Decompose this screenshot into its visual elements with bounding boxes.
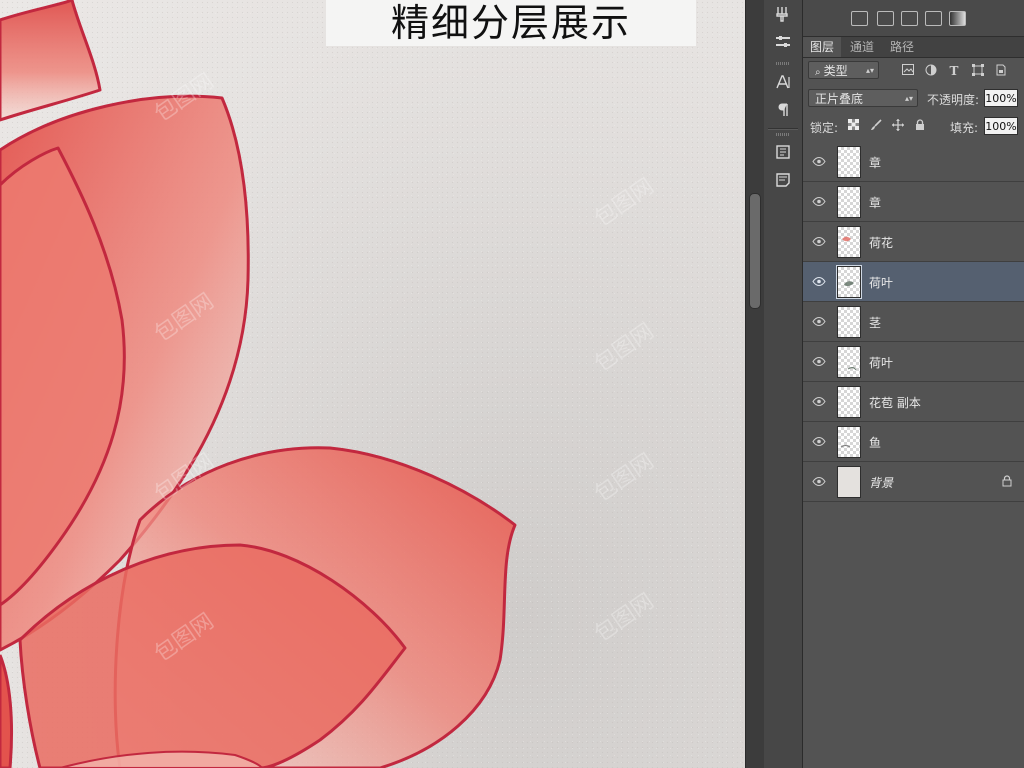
lock-label: 锁定: — [810, 121, 839, 135]
opacity-label: 不透明度: — [927, 93, 980, 107]
lock-all-icon[interactable] — [913, 119, 927, 133]
layer-row[interactable]: 章 — [803, 142, 1024, 182]
adjustment-brightness-icon[interactable] — [851, 11, 868, 26]
blend-mode-select[interactable]: 正片叠底 ▴▾ — [808, 89, 918, 107]
petal-top — [0, 0, 102, 122]
adjustment-gradient-icon[interactable] — [949, 11, 966, 26]
chevron-updown-icon: ▴▾ — [904, 94, 913, 103]
layer-row[interactable]: 背景 — [803, 462, 1024, 502]
filter-pixel-icon[interactable] — [901, 64, 915, 78]
layer-row[interactable]: 荷叶 — [803, 262, 1024, 302]
layer-thumbnail — [837, 306, 861, 338]
visibility-eye-icon[interactable] — [811, 355, 827, 367]
layer-name[interactable]: 鱼 — [869, 434, 881, 451]
panel-tabs: 图层 通道 路径 — [803, 37, 1024, 58]
visibility-eye-icon[interactable] — [811, 155, 827, 167]
filter-smartobject-icon[interactable] — [994, 64, 1008, 78]
panel-grip[interactable] — [776, 62, 790, 65]
layer-row[interactable]: 荷叶 — [803, 342, 1024, 382]
visibility-eye-icon[interactable] — [811, 395, 827, 407]
filter-shape-icon[interactable] — [971, 64, 985, 78]
panel-icon-strip — [764, 0, 803, 768]
search-icon: ⌕ — [815, 67, 821, 78]
title-banner: 精细分层展示 — [326, 0, 696, 46]
layer-name[interactable]: 荷叶 — [869, 274, 893, 291]
petal-left-edge — [0, 654, 14, 768]
fill-label: 填充: — [950, 121, 979, 135]
layer-list: 章 章 荷花 荷叶 茎 荷叶 花苞 副本 鱼 背景 — [803, 142, 1024, 502]
layer-thumbnail — [837, 386, 861, 418]
layer-thumbnail — [836, 265, 862, 299]
filter-kind-value: 类型 — [823, 64, 848, 78]
lock-icon — [1002, 475, 1014, 487]
layer-thumbnail — [837, 146, 861, 178]
layer-row[interactable]: 荷花 — [803, 222, 1024, 262]
layer-name[interactable]: 荷花 — [869, 234, 893, 251]
layer-filter-select[interactable]: ⌕ 类型 ▴▾ — [808, 61, 879, 79]
lock-pixels-icon[interactable] — [869, 119, 883, 133]
blend-mode-value: 正片叠底 — [815, 92, 864, 106]
document-canvas[interactable]: 包图网 包图网 包图网 包图网 包图网 包图网 包图网 包图网 精细分层展示 — [0, 0, 745, 768]
opacity-input[interactable]: 100% — [984, 89, 1018, 107]
layer-name[interactable]: 花苞 副本 — [869, 394, 921, 411]
layer-row[interactable]: 章 — [803, 182, 1024, 222]
adjustment-levels-icon[interactable] — [877, 11, 894, 26]
layer-row[interactable]: 茎 — [803, 302, 1024, 342]
panel-grip[interactable] — [776, 133, 790, 136]
character-styles-icon[interactable] — [773, 142, 793, 162]
adjustments-bar — [803, 0, 1024, 37]
tool-preset-icon[interactable] — [773, 32, 793, 52]
visibility-eye-icon[interactable] — [811, 235, 827, 247]
visibility-eye-icon[interactable] — [811, 195, 827, 207]
tab-channels[interactable]: 通道 — [843, 37, 881, 57]
filter-type-icon[interactable]: T — [947, 64, 961, 78]
layer-thumbnail — [837, 186, 861, 218]
layer-name[interactable]: 荷叶 — [869, 354, 893, 371]
adjustment-curves-icon[interactable] — [901, 11, 918, 26]
canvas-title: 精细分层展示 — [390, 1, 631, 45]
filter-adjustment-icon[interactable] — [924, 64, 938, 78]
canvas-vertical-scrollbar[interactable] — [745, 0, 764, 768]
chevron-updown-icon: ▴▾ — [865, 66, 874, 75]
brush-preset-icon[interactable] — [773, 4, 793, 24]
tab-layers[interactable]: 图层 — [803, 37, 842, 57]
layer-thumbnail — [837, 226, 861, 258]
layer-row[interactable]: 花苞 副本 — [803, 382, 1024, 422]
lock-transparent-icon[interactable] — [846, 119, 860, 133]
visibility-eye-icon[interactable] — [811, 435, 827, 447]
character-icon[interactable] — [773, 72, 793, 92]
fill-input[interactable]: 100% — [984, 117, 1018, 135]
lock-position-icon[interactable] — [891, 119, 905, 133]
tool-separator — [768, 128, 798, 130]
layers-panel: 图层 通道 路径 ⌕ 类型 ▴▾ T 正片叠底 ▴▾ 不透明度: 100% 锁定:… — [803, 0, 1024, 768]
layer-name[interactable]: 章 — [869, 154, 881, 171]
scrollbar-thumb[interactable] — [749, 193, 761, 309]
tab-paths[interactable]: 路径 — [883, 37, 921, 57]
paragraph-icon[interactable] — [773, 100, 793, 120]
layer-name[interactable]: 背景 — [869, 474, 893, 491]
lotus-painting — [0, 0, 517, 768]
layer-name[interactable]: 茎 — [869, 314, 881, 331]
adjustment-exposure-icon[interactable] — [925, 11, 942, 26]
visibility-eye-icon[interactable] — [811, 475, 827, 487]
layer-row[interactable]: 鱼 — [803, 422, 1024, 462]
paragraph-styles-icon[interactable] — [773, 170, 793, 190]
layer-thumbnail — [837, 466, 861, 498]
layer-name[interactable]: 章 — [869, 194, 881, 211]
layer-thumbnail — [837, 346, 861, 378]
visibility-eye-icon[interactable] — [811, 315, 827, 327]
layer-thumbnail — [837, 426, 861, 458]
visibility-eye-icon[interactable] — [811, 275, 827, 287]
